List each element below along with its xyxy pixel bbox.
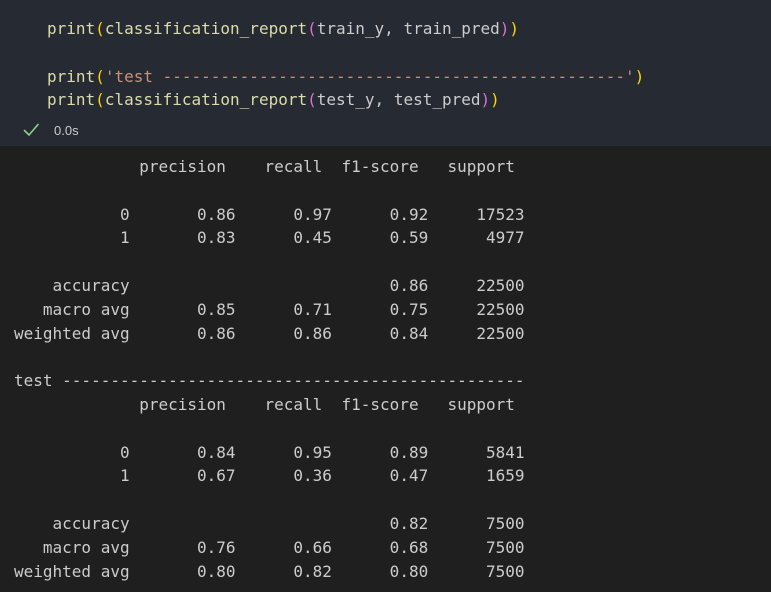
output-line: precision recall f1-score support (14, 395, 515, 414)
paren: ) (480, 90, 491, 109)
output-line: weighted avg 0.80 0.82 0.80 7500 (14, 561, 525, 581)
function-name: print (47, 19, 96, 38)
paren: ( (307, 90, 317, 109)
paren: ( (307, 19, 317, 38)
arguments: test_y, test_pred (316, 90, 481, 109)
output-line: accuracy 0.86 22500 (14, 276, 525, 295)
function-name: print (47, 67, 96, 86)
paren: ( (95, 19, 105, 38)
code-line[interactable]: print('test ----------------------------… (47, 66, 644, 88)
execution-status: 0.0s (22, 119, 79, 141)
output-line: weighted avg 0.86 0.86 0.84 22500 (14, 323, 525, 343)
function-name: print (47, 90, 96, 109)
output-line: 0 0.86 0.97 0.92 17523 (14, 204, 525, 224)
paren: ) (499, 19, 510, 38)
execution-time: 0.0s (54, 122, 79, 138)
paren: ) (509, 19, 520, 38)
function-name: classification_report (104, 19, 308, 38)
paren: ( (95, 67, 105, 86)
paren: ( (95, 90, 105, 109)
output-line: macro avg 0.76 0.66 0.68 7500 (14, 537, 525, 557)
cell-output: precision recall f1-score support 0 0.86… (0, 146, 771, 592)
paren: ) (634, 67, 645, 86)
output-line: precision recall f1-score support (14, 157, 515, 176)
output-line: accuracy 0.82 7500 (14, 514, 525, 533)
code-cell[interactable]: print(classification_report(train_y, tra… (0, 0, 771, 146)
paren: ) (490, 90, 500, 109)
function-name: classification_report (104, 90, 308, 109)
output-line: 1 0.83 0.45 0.59 4977 (14, 228, 525, 248)
output-line: test -----------------------------------… (14, 371, 525, 391)
output-line: 1 0.67 0.36 0.47 1659 (14, 466, 525, 486)
check-icon (23, 123, 39, 136)
code-line[interactable]: print(classification_report(train_y, tra… (47, 18, 519, 40)
output-line: macro avg 0.85 0.71 0.75 22500 (14, 299, 525, 319)
arguments: train_y, train_pred (316, 19, 500, 38)
code-line[interactable]: print(classification_report(test_y, test… (47, 89, 500, 111)
output-line: 0 0.84 0.95 0.89 5841 (14, 442, 525, 462)
string-literal: 'test ----------------------------------… (104, 67, 635, 86)
